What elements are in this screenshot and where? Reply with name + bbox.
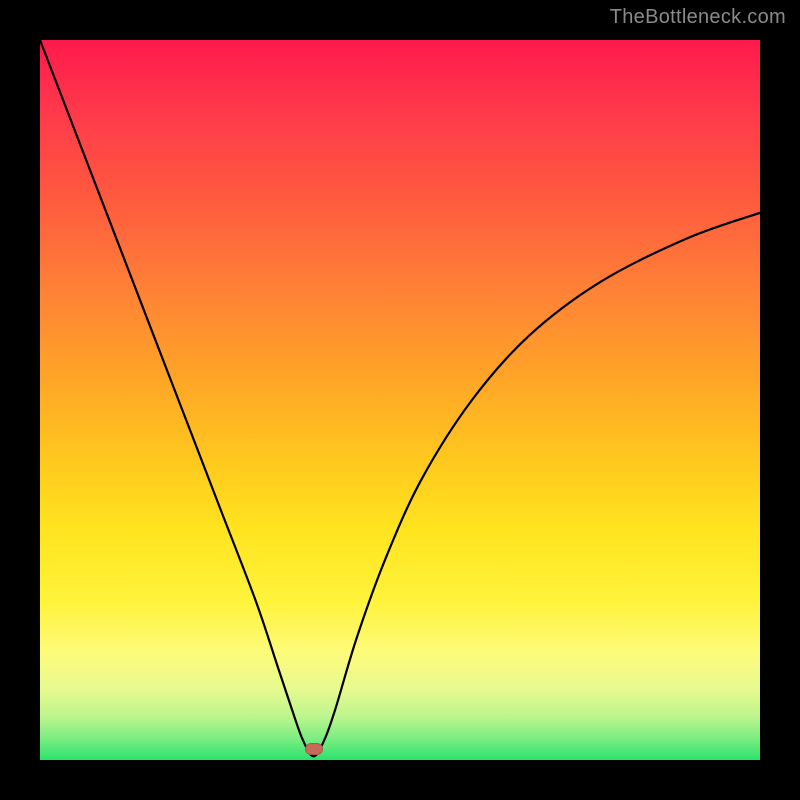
plot-area xyxy=(40,40,760,760)
bottleneck-curve xyxy=(40,40,760,760)
chart-frame: TheBottleneck.com xyxy=(0,0,800,800)
optimal-point-marker xyxy=(305,743,323,755)
watermark-text: TheBottleneck.com xyxy=(610,6,786,29)
